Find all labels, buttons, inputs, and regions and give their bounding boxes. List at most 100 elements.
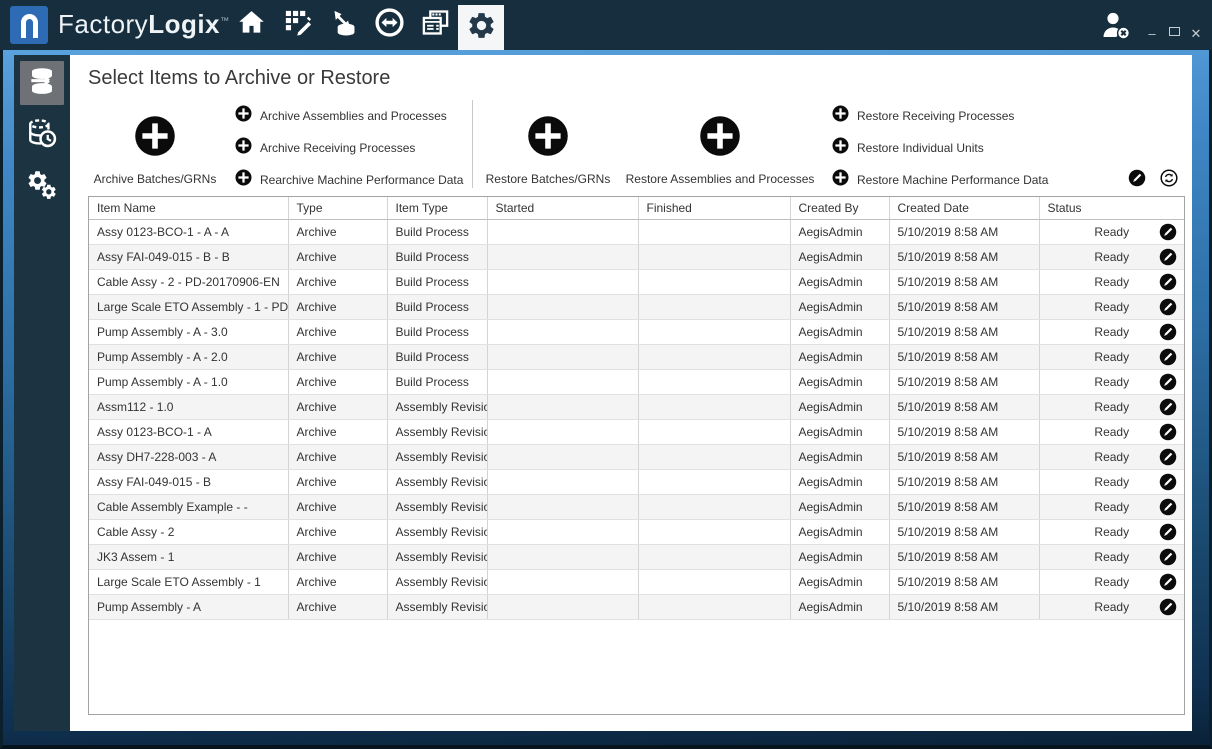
column-header[interactable]: Item Type (387, 197, 488, 220)
sync-arrows-icon (374, 7, 405, 43)
restore-assemblies-label[interactable]: Restore Assemblies and Processes (626, 172, 815, 186)
table-row[interactable]: Pump Assembly - A - 3.0 Archive Build Proc… (89, 319, 1184, 345)
cell-status: Ready (1039, 394, 1184, 420)
status-value: Ready (1094, 249, 1130, 264)
nav-reports-button[interactable] (412, 0, 458, 50)
rearchive-machine-data-button[interactable]: Rearchive Machine Performance Data (235, 169, 463, 191)
nav-sync-button[interactable] (366, 0, 412, 50)
close-button[interactable]: ✕ (1188, 26, 1204, 42)
column-header[interactable]: Started (487, 197, 639, 220)
edit-toolbar-button[interactable] (1128, 169, 1146, 187)
cell-created-by: AegisAdmin (790, 219, 890, 245)
refresh-toolbar-button[interactable] (1160, 169, 1178, 187)
table-row[interactable]: Cable Assy - 2 Archive Assembly Revision Ae… (89, 519, 1184, 545)
cell-type: Archive (288, 394, 388, 420)
status-value: Ready (1094, 349, 1130, 364)
column-header[interactable]: Item Name (89, 197, 289, 220)
table-row[interactable]: Assy FAI-049-015 - B Archive Assembly Revi… (89, 469, 1184, 495)
cell-item-name: Assy 0123-BCO-1 - A (89, 419, 289, 445)
archive-batches-label[interactable]: Archive Batches/GRNs (94, 172, 217, 186)
table-row[interactable]: Assy FAI-049-015 - B - B Archive Build Pro… (89, 244, 1184, 270)
table-row[interactable]: Assy DH7-228-003 - A Archive Assembly Revi… (89, 444, 1184, 470)
table-row[interactable]: Assm112 - 1.0 Archive Assembly Revision Aeg… (89, 394, 1184, 420)
archive-receiving-button[interactable]: Archive Receiving Processes (235, 137, 415, 159)
archive-items-table: Item Name Type Item Type Started Finished Cre… (88, 196, 1185, 715)
archive-batches-button[interactable] (134, 115, 176, 157)
user-logout-button[interactable] (1100, 10, 1134, 42)
restore-individual-units-button[interactable]: Restore Individual Units (832, 137, 984, 159)
cell-started (487, 294, 639, 320)
edit-row-icon[interactable] (1159, 448, 1177, 466)
cell-status: Ready (1039, 469, 1184, 495)
edit-row-icon[interactable] (1159, 348, 1177, 366)
column-header[interactable]: Finished (638, 197, 791, 220)
sidebar-item-archive-settings[interactable] (20, 165, 64, 209)
edit-row-icon[interactable] (1159, 573, 1177, 591)
column-header[interactable]: Created Date (889, 197, 1040, 220)
nav-home-button[interactable] (228, 0, 274, 50)
cell-status: Ready (1039, 344, 1184, 370)
cell-type: Archive (288, 519, 388, 545)
cell-status: Ready (1039, 569, 1184, 595)
restore-assemblies-button[interactable] (699, 115, 741, 157)
column-header[interactable]: Created By (790, 197, 890, 220)
logo-n-icon (20, 14, 38, 38)
table-row[interactable]: Pump Assembly - A - 1.0 Archive Build Proc… (89, 369, 1184, 395)
nav-data-import-button[interactable] (320, 0, 366, 50)
edit-row-icon[interactable] (1159, 248, 1177, 266)
maximize-button[interactable] (1166, 24, 1182, 39)
restore-batches-label[interactable]: Restore Batches/GRNs (486, 172, 611, 186)
cell-item-type: Build Process (387, 344, 488, 370)
edit-row-icon[interactable] (1159, 223, 1177, 241)
edit-row-icon[interactable] (1159, 373, 1177, 391)
column-header[interactable]: Status (1039, 197, 1184, 220)
cell-created-date: 5/10/2019 8:58 AM (889, 394, 1040, 420)
cell-created-date: 5/10/2019 8:58 AM (889, 569, 1040, 595)
edit-row-icon[interactable] (1159, 273, 1177, 291)
nav-planning-button[interactable] (274, 0, 320, 50)
user-logout-icon (1100, 12, 1134, 46)
cell-started (487, 219, 639, 245)
cell-created-by: AegisAdmin (790, 569, 890, 595)
cell-created-by: AegisAdmin (790, 344, 890, 370)
cell-created-by: AegisAdmin (790, 594, 890, 620)
table-row[interactable]: Cable Assembly Example - - Archive Assembl… (89, 494, 1184, 520)
edit-row-icon[interactable] (1159, 298, 1177, 316)
sidebar-item-archive-restore[interactable] (20, 61, 64, 105)
table-row[interactable]: JK3 Assem - 1 Archive Assembly Revision Aeg… (89, 544, 1184, 570)
cell-finished (638, 444, 791, 470)
table-row[interactable]: Large Scale ETO Assembly - 1 Archive Assem… (89, 569, 1184, 595)
cell-status: Ready (1039, 419, 1184, 445)
edit-row-icon[interactable] (1159, 598, 1177, 616)
table-row[interactable]: Assy 0123-BCO-1 - A - A Archive Build Proc… (89, 219, 1184, 245)
edit-row-icon[interactable] (1159, 548, 1177, 566)
cell-finished (638, 344, 791, 370)
minimize-button[interactable]: – (1144, 26, 1160, 41)
table-row[interactable]: Cable Assy - 2 - PD-20170906-EN Archive Bu… (89, 269, 1184, 295)
table-row[interactable]: Pump Assembly - A Archive Assembly Revisio… (89, 594, 1184, 620)
cell-item-type: Assembly Revision (387, 469, 488, 495)
cell-created-by: AegisAdmin (790, 319, 890, 345)
restore-batches-button[interactable] (527, 115, 569, 157)
edit-row-icon[interactable] (1159, 498, 1177, 516)
edit-row-icon[interactable] (1159, 473, 1177, 491)
table-row[interactable]: Pump Assembly - A - 2.0 Archive Build Proc… (89, 344, 1184, 370)
edit-row-icon[interactable] (1159, 398, 1177, 416)
nav-settings-button[interactable] (458, 5, 504, 50)
restore-machine-data-button[interactable]: Restore Machine Performance Data (832, 169, 1048, 191)
table-row[interactable]: Assy 0123-BCO-1 - A Archive Assembly Revis… (89, 419, 1184, 445)
archive-assemblies-button[interactable]: Archive Assemblies and Processes (235, 105, 447, 127)
sidebar-item-scheduled-archive[interactable] (20, 113, 64, 157)
restore-receiving-button[interactable]: Restore Receiving Processes (832, 105, 1014, 127)
cell-item-type: Build Process (387, 219, 488, 245)
table-row[interactable]: Large Scale ETO Assembly - 1 - PD... Arch… (89, 294, 1184, 320)
column-header[interactable]: Type (288, 197, 388, 220)
edit-row-icon[interactable] (1159, 423, 1177, 441)
edit-row-icon[interactable] (1159, 323, 1177, 341)
edit-row-icon[interactable] (1159, 523, 1177, 541)
page-title: Select Items to Archive or Restore (88, 67, 391, 89)
app-window: FactoryLogix™ – ✕ Select Items to Archiv… (0, 0, 1212, 749)
cell-status: Ready (1039, 494, 1184, 520)
status-value: Ready (1094, 399, 1130, 414)
cell-type: Archive (288, 219, 388, 245)
